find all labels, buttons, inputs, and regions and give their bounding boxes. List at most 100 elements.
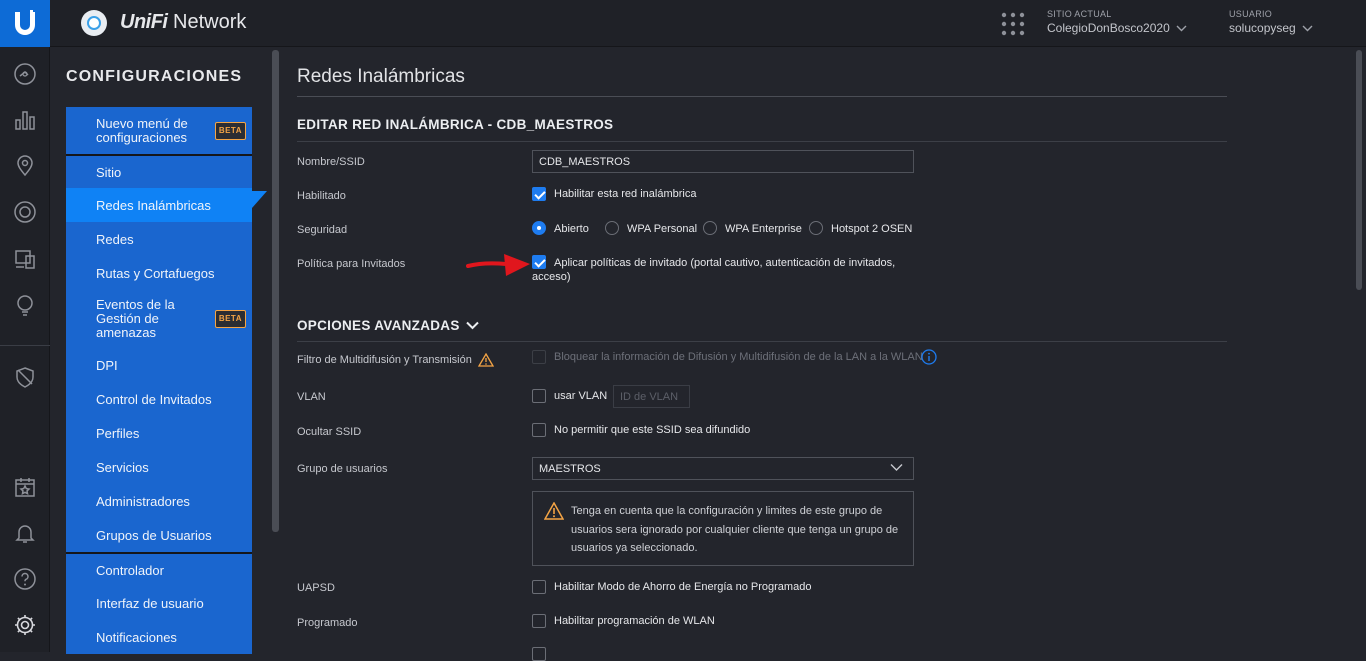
ssid-label: Nombre/SSID — [297, 156, 365, 168]
site-label: SITIO ACTUAL — [1047, 9, 1112, 19]
title-divider — [297, 96, 1227, 97]
chevron-down-icon — [1302, 25, 1313, 31]
guest-policy-checkbox[interactable] — [532, 255, 546, 269]
beta-badge: BETA — [214, 121, 246, 140]
apps-grid-icon[interactable] — [1000, 11, 1026, 37]
section-divider — [297, 141, 1227, 142]
menu-item-controller[interactable]: Controlador — [66, 552, 252, 586]
multicast-filter-label: Filtro de Multidifusión y Transmisión — [297, 354, 472, 366]
uapsd-label: UAPSD — [297, 582, 335, 594]
vlan-text: usar VLAN — [554, 390, 608, 402]
security-radio-open[interactable] — [532, 221, 546, 235]
main-scrollbar[interactable] — [1356, 50, 1362, 290]
menu-item-wireless-networks[interactable]: Redes Inalámbricas — [66, 188, 252, 222]
scheduled-text: Habilitar programación de WLAN — [554, 615, 715, 627]
security-option-open: Abierto — [554, 223, 589, 235]
ssid-input[interactable]: CDB_MAESTROS — [532, 150, 914, 173]
multicast-filter-checkbox[interactable] — [532, 350, 546, 364]
settings-menu: Nuevo menú de configuraciones BETA Sitio … — [66, 107, 252, 654]
advanced-options-toggle[interactable]: OPCIONES AVANZADAS — [297, 318, 479, 333]
menu-item-services[interactable]: Servicios — [66, 450, 252, 484]
section-divider — [297, 341, 1227, 342]
user-group-warning-box: Tenga en cuenta que la configuración y l… — [532, 491, 914, 566]
help-icon[interactable] — [13, 567, 37, 591]
chevron-down-icon — [465, 321, 479, 330]
warning-icon — [477, 353, 494, 367]
user-value: solucopyseg — [1229, 21, 1296, 35]
edit-section-heading: EDITAR RED INALÁMBRICA - CDB_MAESTROS — [297, 117, 614, 132]
menu-item-user-groups[interactable]: Grupos de Usuarios — [66, 518, 252, 552]
rail-divider — [0, 345, 50, 346]
insights-icon[interactable] — [13, 293, 37, 317]
vlan-checkbox[interactable] — [532, 389, 546, 403]
uapsd-checkbox[interactable] — [532, 580, 546, 594]
security-option-wpa-personal: WPA Personal — [627, 223, 698, 235]
statistics-icon[interactable] — [13, 108, 37, 132]
menu-item-threat-events[interactable]: Eventos de la Gestión de amenazas BETA — [66, 290, 252, 348]
menu-item-site[interactable]: Sitio — [66, 154, 252, 188]
hide-ssid-checkbox[interactable] — [532, 423, 546, 437]
multicast-filter-label-row: Filtro de Multidifusión y Transmisión — [297, 353, 494, 367]
scheduled-checkbox[interactable] — [532, 614, 546, 628]
network-app-icon[interactable] — [81, 10, 107, 36]
menu-item-new-settings[interactable]: Nuevo menú de configuraciones BETA — [66, 107, 252, 154]
shield-icon[interactable] — [13, 365, 37, 389]
beta-badge: BETA — [214, 310, 246, 328]
guest-policy-text: Aplicar políticas de invitado (portal ca… — [554, 257, 896, 269]
map-icon[interactable] — [13, 154, 37, 178]
menu-item-dpi[interactable]: DPI — [66, 348, 252, 382]
site-selector[interactable]: SITIO ACTUAL ColegioDonBosco2020 — [1047, 9, 1187, 35]
next-option-checkbox[interactable] — [532, 647, 546, 661]
user-group-select[interactable]: MAESTROS — [532, 457, 914, 480]
top-bar: UniFi Network SITIO ACTUAL ColegioDonBos… — [0, 0, 1366, 47]
dashboard-icon[interactable] — [13, 62, 37, 86]
red-annotation-arrow-icon — [466, 254, 530, 276]
alerts-bell-icon[interactable] — [13, 521, 37, 545]
info-icon[interactable] — [921, 349, 937, 365]
hide-ssid-text: No permitir que este SSID sea difundido — [554, 424, 751, 436]
vlan-label: VLAN — [297, 391, 326, 403]
guest-policy-text-cont: acceso) — [532, 271, 571, 283]
menu-item-user-interface[interactable]: Interfaz de usuario — [66, 586, 252, 620]
menu-item-profiles[interactable]: Perfiles — [66, 416, 252, 450]
enabled-checkbox[interactable] — [532, 187, 546, 201]
ubiquiti-logo[interactable] — [0, 0, 50, 47]
menu-item-notifications[interactable]: Notificaciones — [66, 620, 252, 654]
multicast-filter-text: Bloquear la información de Difusión y Mu… — [554, 351, 923, 363]
warning-icon — [544, 502, 564, 520]
uapsd-text: Habilitar Modo de Ahorro de Energía no P… — [554, 581, 812, 593]
menu-scrollbar[interactable] — [272, 50, 279, 532]
advanced-section-heading: OPCIONES AVANZADAS — [297, 318, 460, 333]
menu-item-routing-firewall[interactable]: Rutas y Cortafuegos — [66, 256, 252, 290]
user-group-warning-text: Tenga en cuenta que la configuración y l… — [571, 505, 899, 554]
security-radio-wpa-enterprise[interactable] — [703, 221, 717, 235]
user-menu[interactable]: USUARIO solucopyseg — [1229, 9, 1313, 35]
devices-icon[interactable] — [13, 200, 37, 224]
active-item-indicator — [252, 191, 267, 208]
vlan-id-input[interactable]: ID de VLAN — [613, 385, 690, 408]
app-name: UniFi Network — [120, 11, 247, 33]
scheduled-label: Programado — [297, 617, 358, 629]
enabled-label: Habilitado — [297, 190, 346, 202]
menu-item-networks[interactable]: Redes — [66, 222, 252, 256]
chevron-down-icon — [890, 464, 903, 471]
site-value: ColegioDonBosco2020 — [1047, 21, 1170, 35]
security-label: Seguridad — [297, 224, 348, 236]
enabled-text: Habilitar esta red inalámbrica — [554, 188, 697, 200]
user-label: USUARIO — [1229, 9, 1273, 19]
menu-item-guest-control[interactable]: Control de Invitados — [66, 382, 252, 416]
settings-menu-title: CONFIGURACIONES — [66, 68, 243, 85]
events-calendar-icon[interactable] — [13, 475, 37, 499]
guest-policy-label: Política para Invitados — [297, 258, 406, 270]
user-group-value: MAESTROS — [539, 462, 601, 475]
clients-icon[interactable] — [13, 247, 37, 271]
user-group-label: Grupo de usuarios — [297, 463, 388, 475]
security-option-wpa-enterprise: WPA Enterprise — [725, 223, 802, 235]
security-radio-wpa-personal[interactable] — [605, 221, 619, 235]
security-radio-hotspot[interactable] — [809, 221, 823, 235]
security-option-hotspot: Hotspot 2 OSEN — [831, 223, 913, 235]
menu-item-admins[interactable]: Administradores — [66, 484, 252, 518]
page-title: Redes Inalámbricas — [297, 66, 465, 87]
settings-gear-icon[interactable] — [13, 613, 37, 637]
ubiquiti-u-icon — [15, 9, 35, 35]
